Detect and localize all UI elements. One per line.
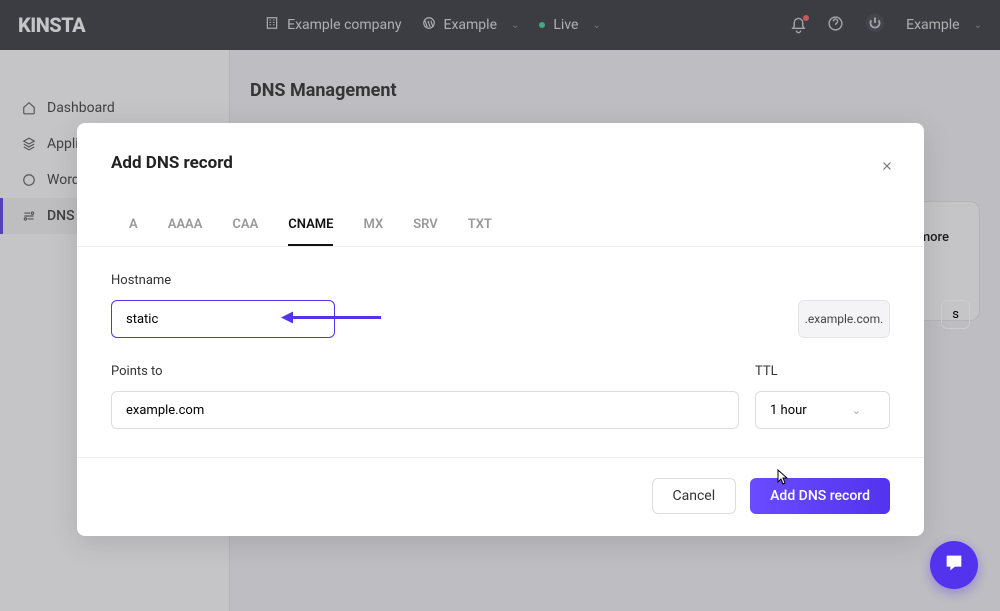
cancel-button[interactable]: Cancel [652, 478, 737, 514]
hostname-input[interactable] [111, 300, 335, 338]
points-to-input[interactable] [111, 391, 739, 429]
tab-mx[interactable]: MX [363, 217, 383, 246]
tab-txt[interactable]: TXT [468, 217, 492, 246]
ttl-select[interactable]: 1 hour ⌄ [755, 391, 890, 429]
add-dns-modal: Add DNS record A AAAA CAA CNAME MX SRV T… [77, 123, 924, 536]
hostname-label: Hostname [111, 273, 890, 288]
tab-cname[interactable]: CNAME [288, 217, 333, 246]
bg-button-fragment: s [941, 300, 970, 329]
ttl-value: 1 hour [770, 403, 807, 418]
submit-button[interactable]: Add DNS record [750, 478, 890, 514]
tab-a[interactable]: A [129, 217, 138, 246]
tab-srv[interactable]: SRV [413, 217, 438, 246]
close-icon [880, 158, 894, 177]
close-button[interactable] [880, 158, 894, 177]
dns-form: Hostname .example.com. Points to TTL 1 h… [111, 247, 890, 429]
tab-caa[interactable]: CAA [232, 217, 258, 246]
tab-aaaa[interactable]: AAAA [168, 217, 203, 246]
record-type-tabs: A AAAA CAA CNAME MX SRV TXT [111, 217, 890, 246]
hostname-suffix: .example.com. [798, 300, 890, 338]
chat-icon [943, 552, 965, 578]
chat-bubble[interactable] [930, 541, 978, 589]
points-to-label: Points to [111, 364, 739, 379]
ttl-label: TTL [755, 364, 890, 379]
modal-title: Add DNS record [111, 153, 890, 173]
chevron-down-icon: ⌄ [852, 404, 861, 417]
